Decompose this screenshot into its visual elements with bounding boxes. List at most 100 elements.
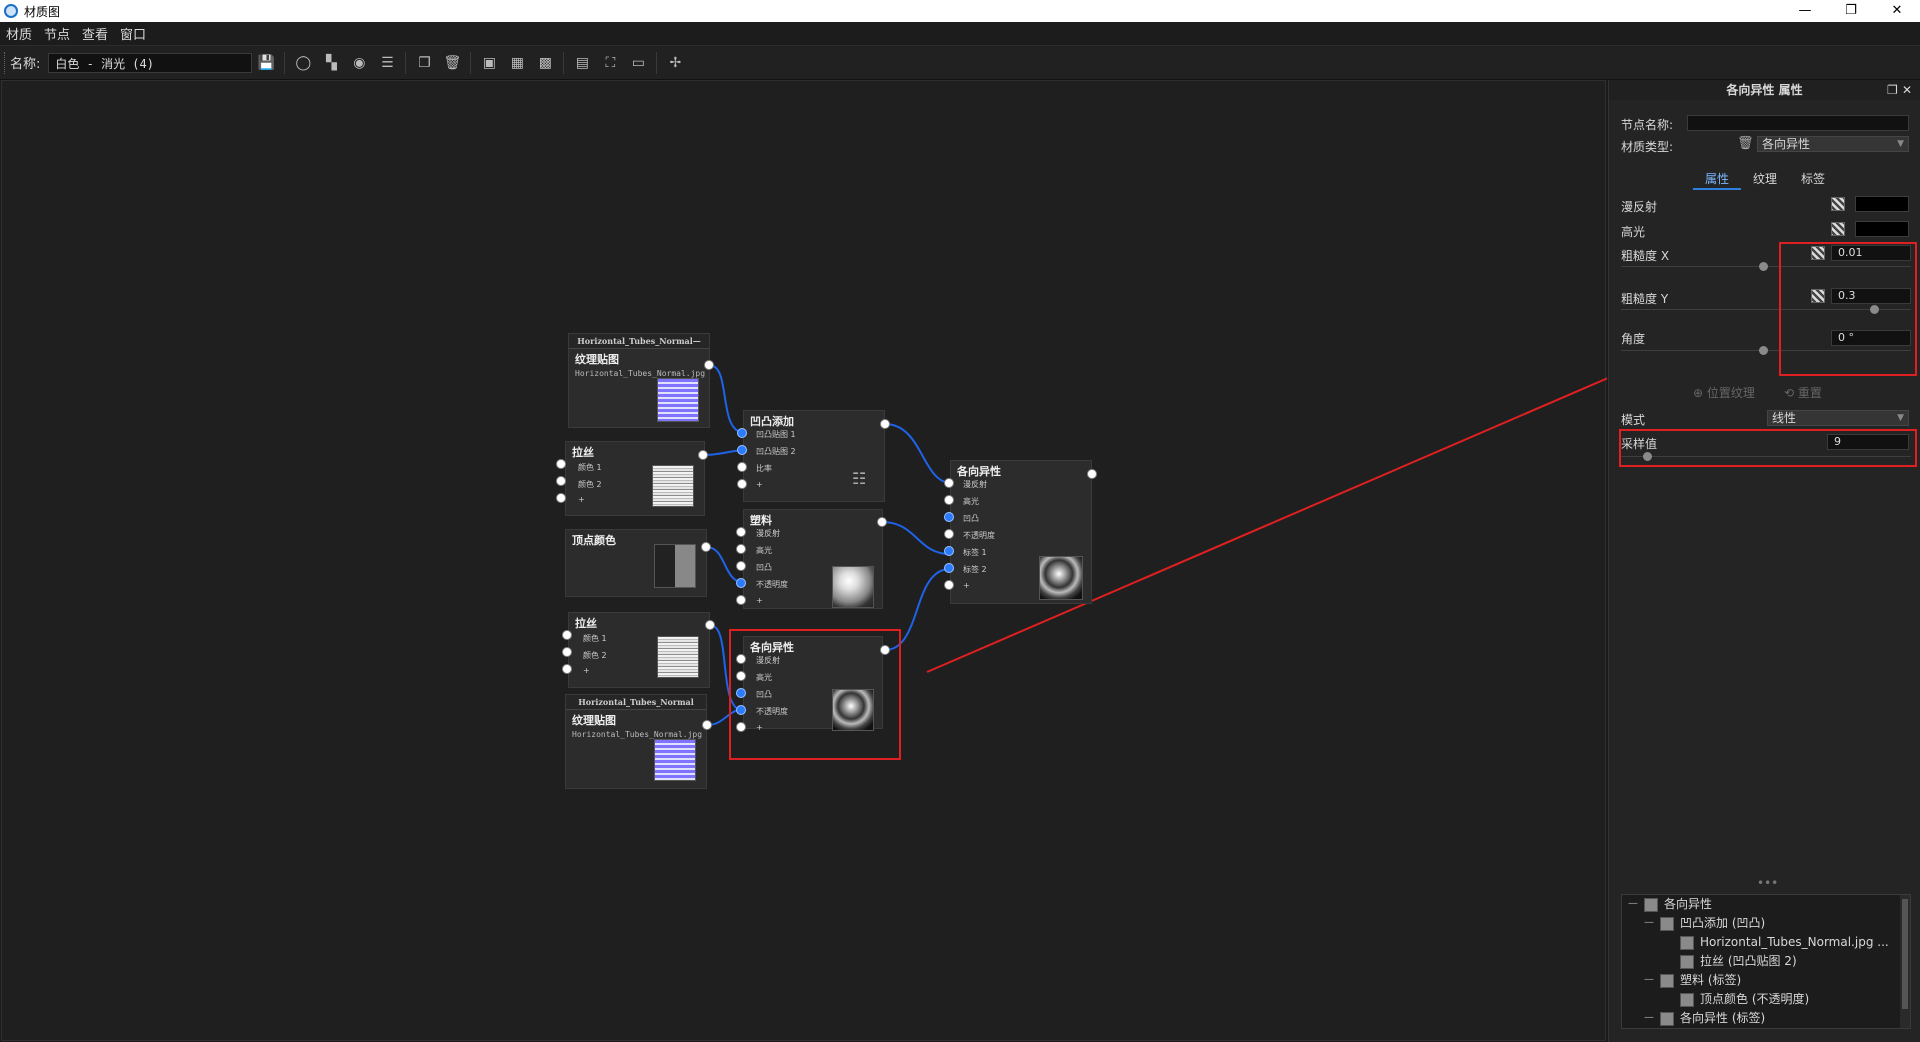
property-tabs: 属性 纹理 标签	[1693, 170, 1837, 190]
vertex-color-node[interactable]: 顶点颜色	[565, 529, 707, 597]
port-label: 凹凸	[963, 514, 979, 523]
delete-icon[interactable]: 🗑	[442, 53, 462, 73]
material-name-input[interactable]: 白色 - 消光 (4)	[48, 52, 253, 73]
input-port[interactable]	[736, 544, 746, 554]
texture-map-node[interactable]: Horizontal_Tubes_Normal— 纹理贴图 Horizontal…	[568, 333, 710, 428]
tree-scrollbar[interactable]	[1900, 895, 1910, 1028]
input-port[interactable]	[737, 479, 747, 489]
tree-item[interactable]: Horizontal_Tubes_Normal.jpg ...	[1680, 933, 1889, 952]
add-node-icon[interactable]: ▣	[479, 53, 499, 73]
bump-add-node[interactable]: 凹凸添加 凹凸贴图 1 凹凸贴图 2 比率 + ☷	[743, 410, 885, 502]
float-panel-icon[interactable]: ❐	[1887, 83, 1898, 97]
collapse-icon[interactable]: —	[1628, 898, 1638, 909]
reset-button[interactable]: ⟲ 重置	[1784, 384, 1822, 401]
input-port[interactable]	[736, 561, 746, 571]
trash-icon[interactable]: 🗑	[1737, 136, 1754, 151]
vertex-color-icon	[1680, 992, 1694, 1007]
texture-map-node[interactable]: Horizontal_Tubes_Normal 纹理贴图 Horizontal_…	[565, 694, 707, 789]
splitter-handle[interactable]: •••	[1757, 876, 1778, 890]
input-port[interactable]	[562, 630, 572, 640]
restore-button[interactable]: ❐	[1828, 0, 1874, 22]
node-name-input[interactable]	[1687, 115, 1909, 131]
menu-window[interactable]: 窗口	[114, 24, 152, 43]
output-port[interactable]	[701, 542, 711, 552]
input-port[interactable]	[556, 493, 566, 503]
output-port[interactable]	[702, 720, 712, 730]
mode-select[interactable]: 线性 ▼	[1767, 410, 1909, 426]
input-port[interactable]	[556, 459, 566, 469]
tab-label[interactable]: 标签	[1789, 170, 1837, 190]
tree-item[interactable]: 各向异性	[1644, 895, 1712, 914]
input-port[interactable]	[736, 595, 746, 605]
input-port[interactable]	[944, 529, 954, 539]
align-icon[interactable]: ▤	[572, 53, 592, 73]
specular-color-swatch[interactable]	[1855, 221, 1909, 237]
tab-texture[interactable]: 纹理	[1741, 170, 1789, 190]
plastic-node[interactable]: 塑料 漫反射 高光 凹凸 不透明度 +	[743, 509, 883, 609]
input-port[interactable]	[944, 512, 954, 522]
menu-material[interactable]: 材质	[0, 24, 38, 43]
slider-knob[interactable]	[1759, 346, 1768, 355]
material-type-select[interactable]: 各向异性 ▼	[1757, 136, 1909, 152]
menu-node[interactable]: 节点	[38, 24, 76, 43]
collapse-icon[interactable]: —	[1644, 917, 1654, 928]
input-port[interactable]	[944, 495, 954, 505]
output-port[interactable]	[698, 450, 708, 460]
close-button[interactable]: ✕	[1874, 0, 1920, 22]
port-label: 高光	[756, 546, 772, 555]
grid-icon[interactable]: ▦	[507, 53, 527, 73]
texture-toggle-icon[interactable]	[1831, 222, 1845, 236]
input-port[interactable]	[944, 478, 954, 488]
sphere-preview-icon[interactable]: ◯	[293, 53, 313, 73]
collapse-icon[interactable]: —	[1644, 1012, 1654, 1023]
layout-icon[interactable]: ▩	[535, 53, 555, 73]
tree-item[interactable]: 塑料 (标签)	[1660, 971, 1741, 990]
node-graph-canvas[interactable]: Horizontal_Tubes_Normal— 纹理贴图 Horizontal…	[1, 80, 1607, 1041]
checker-icon[interactable]: ▚	[321, 53, 341, 73]
brushed-node[interactable]: 拉丝 颜色 1 颜色 2 +	[568, 612, 710, 688]
input-port[interactable]	[736, 578, 746, 588]
output-port[interactable]	[705, 620, 715, 630]
anisotropic-output-node[interactable]: 各向异性 漫反射 高光 凹凸 不透明度 标签 1 标签 2 +	[950, 460, 1092, 604]
brushed-node[interactable]: 拉丝 颜色 1 颜色 2 +	[565, 441, 705, 516]
input-port[interactable]	[736, 527, 746, 537]
settings-sliders-icon[interactable]: ☰	[377, 53, 397, 73]
tree-item[interactable]: 各向异性 (标签)	[1660, 1009, 1765, 1028]
minimize-button[interactable]: —	[1782, 0, 1828, 22]
close-panel-icon[interactable]: ✕	[1902, 83, 1912, 97]
connect-icon[interactable]: ✢	[665, 53, 685, 73]
rotate-icon[interactable]: ◉	[349, 53, 369, 73]
output-port[interactable]	[877, 517, 887, 527]
output-port[interactable]	[880, 419, 890, 429]
diffuse-color-swatch[interactable]	[1855, 196, 1909, 212]
copy-icon[interactable]: ❐	[414, 53, 434, 73]
scrollbar-thumb[interactable]	[1902, 899, 1908, 1009]
reset-label: 重置	[1797, 386, 1822, 400]
output-port[interactable]	[704, 360, 714, 370]
input-port[interactable]	[562, 647, 572, 657]
collapse-icon[interactable]: —	[1644, 974, 1654, 985]
tab-properties[interactable]: 属性	[1693, 170, 1742, 190]
input-port[interactable]	[944, 580, 954, 590]
position-texture-button[interactable]: ⊕ 位置纹理	[1693, 384, 1755, 401]
input-port[interactable]	[562, 664, 572, 674]
save-icon[interactable]: 💾	[256, 53, 276, 73]
port-label: 凹凸贴图 1	[756, 430, 796, 439]
tree-item[interactable]: 拉丝 (凹凸贴图 2)	[1680, 952, 1797, 971]
input-port[interactable]	[737, 462, 747, 472]
input-port[interactable]	[556, 476, 566, 486]
input-port[interactable]	[737, 445, 747, 455]
fit-view-icon[interactable]: ⛶	[600, 53, 620, 73]
input-port[interactable]	[944, 546, 954, 556]
toolbar-grip[interactable]	[4, 51, 7, 74]
zoom-100-icon[interactable]: ▭	[628, 53, 648, 73]
port-label: 不透明度	[756, 580, 788, 589]
output-port[interactable]	[1087, 469, 1097, 479]
input-port[interactable]	[944, 563, 954, 573]
menu-view[interactable]: 查看	[76, 24, 114, 43]
input-port[interactable]	[737, 428, 747, 438]
tree-item[interactable]: 凹凸添加 (凹凸)	[1660, 914, 1765, 933]
slider-knob[interactable]	[1759, 262, 1768, 271]
texture-toggle-icon[interactable]	[1831, 197, 1845, 211]
tree-item[interactable]: 顶点颜色 (不透明度)	[1680, 990, 1809, 1009]
